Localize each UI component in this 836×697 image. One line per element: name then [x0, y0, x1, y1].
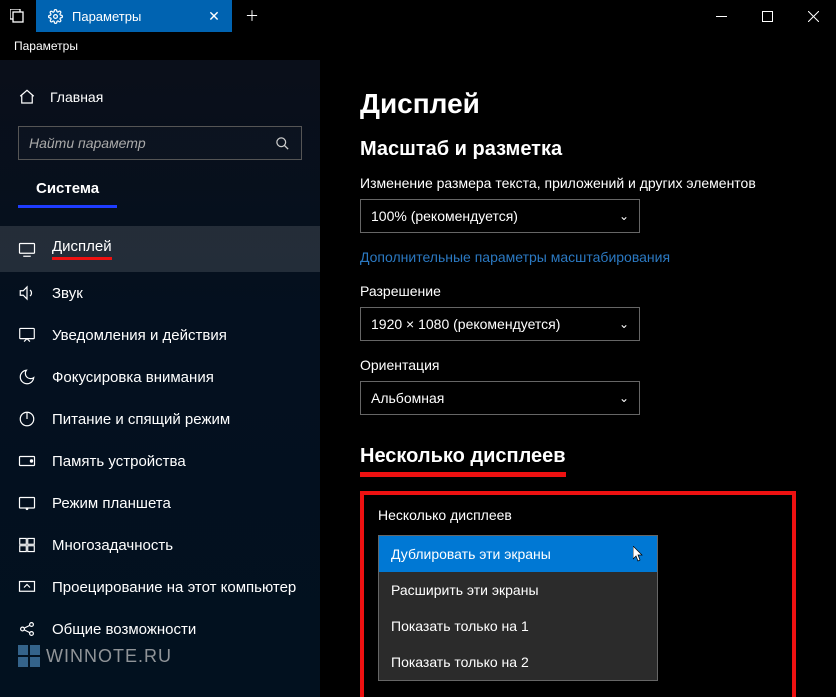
sidebar-item-label: Память устройства	[52, 453, 186, 470]
sidebar: Главная Система Дисплей Звук Уведомления…	[0, 60, 320, 697]
maximize-button[interactable]	[744, 0, 790, 32]
sidebar-item-sound[interactable]: Звук	[0, 272, 320, 314]
combo-option-extend[interactable]: Расширить эти экраны	[379, 572, 657, 608]
home-nav[interactable]: Главная	[0, 80, 320, 120]
scale-field-label: Изменение размера текста, приложений и д…	[360, 175, 796, 191]
combo-option-label: Показать только на 1	[391, 618, 529, 634]
sidebar-item-label: Общие возможности	[52, 621, 196, 638]
combo-option-label: Показать только на 2	[391, 654, 529, 670]
shared-icon	[18, 620, 36, 638]
sidebar-item-label: Уведомления и действия	[52, 327, 227, 344]
breadcrumb: Параметры	[0, 32, 836, 60]
search-icon	[273, 134, 291, 152]
close-tab-icon[interactable]: ✕	[206, 8, 222, 25]
sidebar-item-projecting[interactable]: Проецирование на этот компьютер	[0, 566, 320, 608]
multiple-displays-field-label: Несколько дисплеев	[378, 507, 778, 523]
storage-icon	[18, 452, 36, 470]
combo-option-label: Расширить эти экраны	[391, 582, 539, 598]
combo-option-show2[interactable]: Показать только на 2	[379, 644, 657, 680]
sidebar-item-power[interactable]: Питание и спящий режим	[0, 398, 320, 440]
sidebar-item-tablet[interactable]: Режим планшета	[0, 482, 320, 524]
chevron-down-icon: ⌄	[619, 209, 629, 223]
chevron-down-icon: ⌄	[619, 391, 629, 405]
display-icon	[18, 240, 36, 258]
advanced-scale-link[interactable]: Дополнительные параметры масштабирования	[360, 249, 670, 265]
close-window-button[interactable]	[790, 0, 836, 32]
home-label: Главная	[50, 89, 103, 105]
page-title: Дисплей	[360, 88, 796, 120]
sidebar-item-label: Многозадачность	[52, 537, 173, 554]
sidebar-item-label: Фокусировка внимания	[52, 369, 214, 386]
titlebar: Параметры ✕ ＋	[0, 0, 836, 32]
sidebar-item-label: Питание и спящий режим	[52, 411, 230, 428]
main-content: Дисплей Масштаб и разметка Изменение раз…	[320, 60, 836, 697]
combo-option-duplicate[interactable]: Дублировать эти экраны	[379, 536, 657, 572]
sidebar-item-display[interactable]: Дисплей	[0, 226, 320, 272]
tab-settings[interactable]: Параметры ✕	[36, 0, 232, 32]
search-box[interactable]	[18, 126, 302, 160]
resolution-value: 1920 × 1080 (рекомендуется)	[371, 316, 560, 332]
power-icon	[18, 410, 36, 428]
sidebar-item-label: Дисплей	[52, 238, 112, 260]
sidebar-item-multitask[interactable]: Многозадачность	[0, 524, 320, 566]
home-icon	[18, 88, 36, 106]
category-header: Система	[18, 176, 117, 208]
orientation-dropdown[interactable]: Альбомная ⌄	[360, 381, 640, 415]
scale-section-title: Масштаб и разметка	[360, 138, 796, 161]
scale-value: 100% (рекомендуется)	[371, 208, 518, 224]
multitask-icon	[18, 536, 36, 554]
chevron-down-icon: ⌄	[619, 317, 629, 331]
minimize-button[interactable]	[698, 0, 744, 32]
search-input[interactable]	[29, 135, 273, 151]
sidebar-item-shared[interactable]: Общие возможности	[0, 608, 320, 650]
notifications-icon	[18, 326, 36, 344]
orientation-field-label: Ориентация	[360, 357, 796, 373]
multiple-displays-section-title: Несколько дисплеев	[360, 445, 566, 477]
focus-icon	[18, 368, 36, 386]
resolution-dropdown[interactable]: 1920 × 1080 (рекомендуется) ⌄	[360, 307, 640, 341]
scale-dropdown[interactable]: 100% (рекомендуется) ⌄	[360, 199, 640, 233]
sound-icon	[18, 284, 36, 302]
cursor-icon	[633, 546, 645, 562]
resolution-field-label: Разрешение	[360, 283, 796, 299]
watermark-text: WINNOTE.RU	[46, 646, 172, 667]
task-view-icon[interactable]	[0, 0, 36, 32]
sidebar-item-storage[interactable]: Память устройства	[0, 440, 320, 482]
sidebar-item-label: Звук	[52, 285, 83, 302]
sidebar-item-focus[interactable]: Фокусировка внимания	[0, 356, 320, 398]
watermark: WINNOTE.RU	[18, 645, 172, 667]
windows-logo-icon	[18, 645, 40, 667]
projecting-icon	[18, 578, 36, 596]
combo-option-show1[interactable]: Показать только на 1	[379, 608, 657, 644]
combo-option-label: Дублировать эти экраны	[391, 546, 551, 562]
highlight-annotation: Несколько дисплеев Дублировать эти экран…	[360, 491, 796, 697]
sidebar-item-notifications[interactable]: Уведомления и действия	[0, 314, 320, 356]
tablet-icon	[18, 494, 36, 512]
multiple-displays-dropdown-open[interactable]: Дублировать эти экраны Расширить эти экр…	[378, 535, 658, 681]
new-tab-button[interactable]: ＋	[232, 0, 272, 32]
sidebar-item-label: Режим планшета	[52, 495, 171, 512]
gear-icon	[46, 7, 64, 25]
tab-label: Параметры	[72, 9, 198, 24]
sidebar-item-label: Проецирование на этот компьютер	[52, 579, 296, 596]
orientation-value: Альбомная	[371, 390, 444, 406]
